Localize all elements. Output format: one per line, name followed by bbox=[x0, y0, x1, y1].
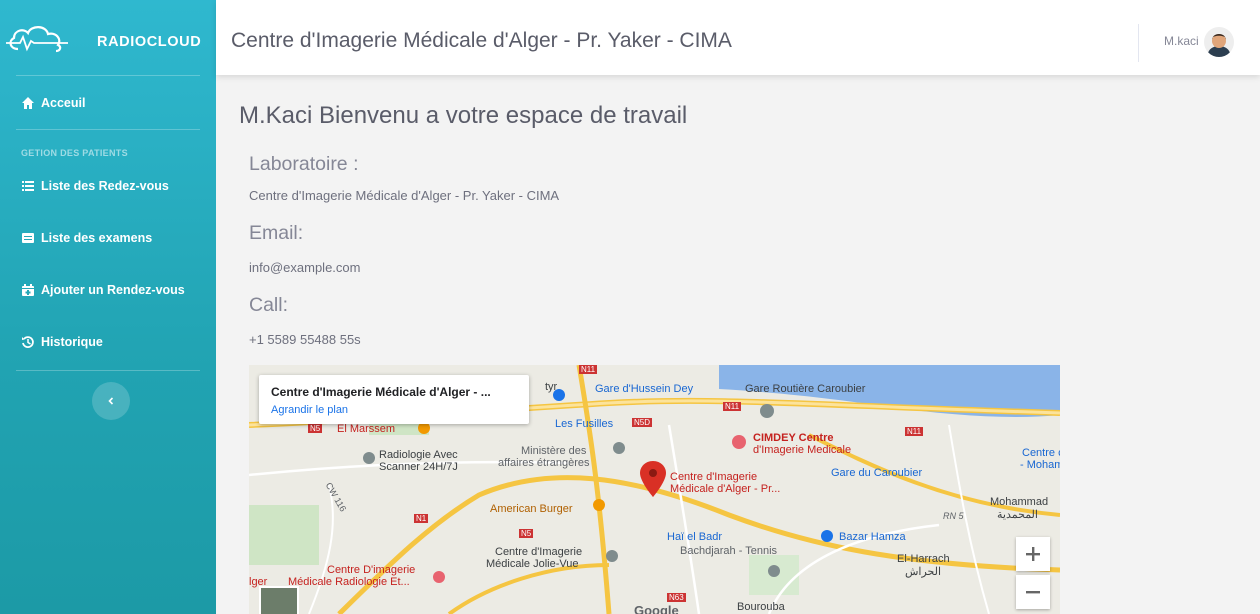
map-label: Ministère des bbox=[521, 445, 587, 457]
map-label: Centre d'Imagerie bbox=[670, 471, 758, 483]
map-label: Bachdjarah - Tennis bbox=[680, 545, 778, 557]
map-label: CIMDEY Centre bbox=[753, 432, 834, 444]
map-label: Scanner 24H/7J bbox=[379, 461, 458, 473]
topbar-divider bbox=[1138, 24, 1139, 62]
sidebar-divider bbox=[16, 370, 200, 371]
map-label: Médicale Radiologie Et... bbox=[288, 576, 410, 588]
call-value: +1 5589 55488 55s bbox=[249, 332, 361, 347]
map-label: Centre d'Imagerie bbox=[495, 546, 583, 558]
map-label: Centre co bbox=[1022, 447, 1060, 459]
map-label: Les Fusilles bbox=[555, 418, 614, 430]
google-logo: Google bbox=[634, 603, 679, 614]
map-label: tyr bbox=[545, 381, 558, 393]
enlarge-map-link[interactable]: Agrandir le plan bbox=[271, 404, 517, 416]
brand-name: RADIOCLOUD bbox=[97, 34, 202, 50]
zoom-out-button[interactable] bbox=[1016, 575, 1050, 609]
user-name[interactable]: M.kaci bbox=[1164, 34, 1199, 48]
sidebar-item-rendez-vous-list[interactable]: Liste des Redez-vous bbox=[0, 160, 216, 212]
map-label: affaires étrangères bbox=[498, 457, 590, 469]
sidebar-item-label: Acceuil bbox=[41, 96, 86, 110]
sidebar-item-label: Liste des Redez-vous bbox=[41, 179, 169, 193]
road-badge: N5 bbox=[519, 529, 534, 538]
map-label: - Moham bbox=[1020, 459, 1060, 471]
plus-icon bbox=[1026, 547, 1040, 561]
brand[interactable]: RADIOCLOUD bbox=[0, 0, 216, 75]
table-icon bbox=[22, 233, 34, 243]
map-label: Bourouba bbox=[737, 601, 785, 613]
cloud-heartbeat-logo-icon bbox=[6, 25, 68, 52]
sidebar-item-label: Historique bbox=[41, 335, 103, 349]
topbar: Centre d'Imagerie Médicale d'Alger - Pr.… bbox=[216, 0, 1260, 75]
sidebar-item-label: Ajouter un Rendez-vous bbox=[41, 283, 185, 297]
history-icon bbox=[22, 336, 34, 348]
map-label: El Marssem bbox=[337, 423, 396, 435]
map-label: Gare Routière Caroubier bbox=[745, 383, 866, 395]
map-road-label: RN 5 bbox=[943, 511, 964, 521]
road-badge: N1 bbox=[414, 514, 429, 523]
avatar[interactable] bbox=[1204, 27, 1234, 57]
map-label: Mohammad bbox=[990, 496, 1049, 508]
map-label: Centre D'imagerie bbox=[327, 564, 416, 576]
road-badge: N11 bbox=[579, 365, 598, 374]
road-badge: N5 bbox=[308, 424, 323, 433]
map-label: Bazar Hamza bbox=[839, 531, 906, 543]
email-value: info@example.com bbox=[249, 260, 361, 275]
map-label: El-Harrach bbox=[897, 553, 950, 565]
map-label: Médicale Jolie-Vue bbox=[486, 558, 579, 570]
map-label: المحمدية bbox=[997, 509, 1038, 521]
road-badge: N11 bbox=[905, 427, 924, 436]
home-icon bbox=[22, 97, 34, 109]
map-label: Haï el Badr bbox=[667, 531, 723, 543]
map-label: Gare du Caroubier bbox=[831, 467, 923, 479]
road-badge: N5D bbox=[632, 418, 653, 427]
sidebar-item-acceuil[interactable]: Acceuil bbox=[0, 77, 216, 129]
sidebar: RADIOCLOUD Acceuil GETION DES PATIENTS L… bbox=[0, 0, 216, 614]
minus-icon bbox=[1026, 591, 1040, 594]
map-place-name: Centre d'Imagerie Médicale d'Alger - ... bbox=[271, 385, 491, 399]
lab-label: Laboratoire : bbox=[249, 153, 359, 175]
road-badge: N63 bbox=[667, 593, 686, 602]
sidebar-item-examens-list[interactable]: Liste des examens bbox=[0, 212, 216, 264]
sidebar-divider bbox=[16, 129, 200, 130]
sidebar-item-label: Liste des examens bbox=[41, 231, 153, 245]
road-badge: N11 bbox=[723, 402, 742, 411]
page-title: Centre d'Imagerie Médicale d'Alger - Pr.… bbox=[231, 29, 732, 52]
sidebar-section-title: GETION DES PATIENTS bbox=[21, 148, 128, 158]
welcome-heading: M.Kaci Bienvenu a votre espace de travai… bbox=[239, 102, 688, 129]
list-icon bbox=[22, 181, 34, 191]
main-content: M.Kaci Bienvenu a votre espace de travai… bbox=[216, 75, 1260, 614]
sidebar-item-historique[interactable]: Historique bbox=[0, 316, 216, 368]
map-label: الحراش bbox=[905, 566, 942, 578]
location-map[interactable]: Gare d'Hussein Dey Gare Routière Caroubi… bbox=[249, 365, 1060, 614]
map-info-card: Centre d'Imagerie Médicale d'Alger - ...… bbox=[259, 375, 529, 424]
user-avatar-icon bbox=[1208, 34, 1230, 57]
email-label: Email: bbox=[249, 222, 304, 244]
sidebar-divider bbox=[16, 75, 200, 76]
map-label: Radiologie Avec bbox=[379, 449, 458, 461]
map-label: Médicale d'Alger - Pr... bbox=[670, 483, 781, 495]
chevron-left-icon bbox=[108, 397, 114, 405]
sidebar-toggle-button[interactable] bbox=[92, 382, 130, 420]
map-label: American Burger bbox=[490, 503, 573, 515]
call-label: Call: bbox=[249, 294, 289, 316]
calendar-plus-icon bbox=[22, 284, 34, 296]
lab-value: Centre d'Imagerie Médicale d'Alger - Pr.… bbox=[249, 188, 560, 203]
map-label: d'Imagerie Medicale bbox=[753, 444, 852, 456]
satellite-view-toggle[interactable] bbox=[259, 586, 299, 614]
zoom-in-button[interactable] bbox=[1016, 537, 1050, 571]
sidebar-item-add-rendez-vous[interactable]: Ajouter un Rendez-vous bbox=[0, 264, 216, 316]
map-label: Gare d'Hussein Dey bbox=[595, 383, 694, 395]
